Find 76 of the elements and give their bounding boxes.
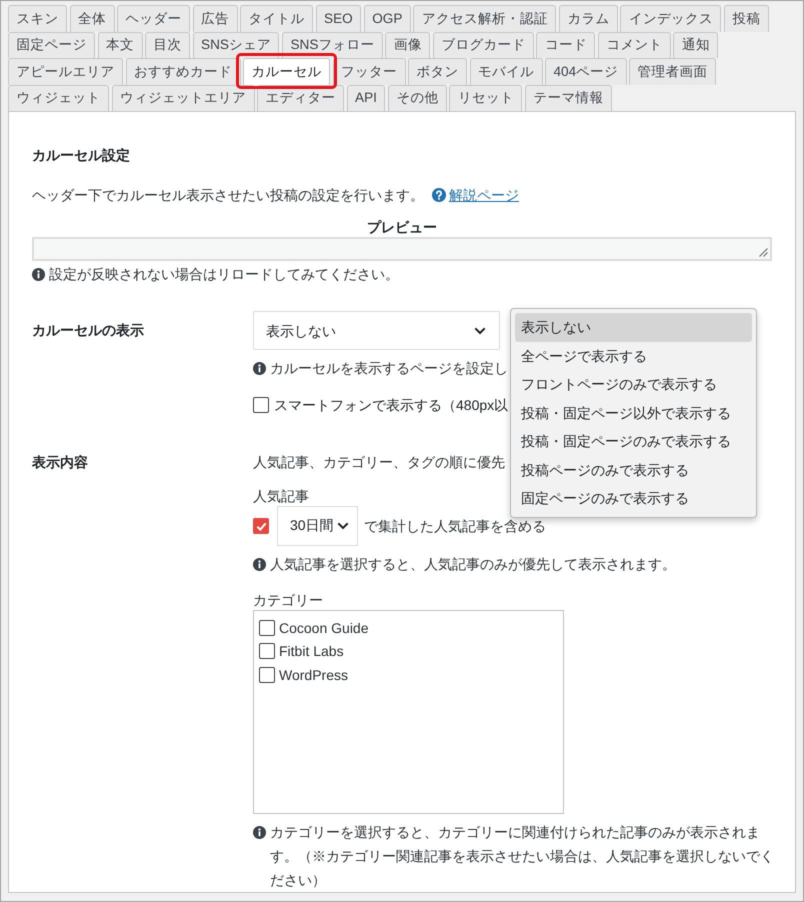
tab[interactable]: カルーセル <box>243 58 330 84</box>
tab[interactable]: 画像 <box>385 32 430 58</box>
note-text: 設定が反映されない場合はリロードしてみてください。 <box>49 265 399 284</box>
tab[interactable]: アクセス解析・認証 <box>413 5 556 32</box>
tab[interactable]: インデックス <box>620 5 722 32</box>
tab[interactable]: おすすめカード <box>126 58 240 84</box>
info-icon <box>253 558 266 570</box>
info-icon <box>253 826 266 838</box>
note-text: カテゴリーを選択すると、カテゴリーに関連付けられた記事のみが表示されます。（※カテゴリー関連記事を表示させたい場合は、人気記事を選択しないでください） <box>270 823 775 890</box>
note-text: 人気記事を選択すると、人気記事のみが優先して表示されます。 <box>270 555 676 574</box>
tab[interactable]: 404ページ <box>545 58 627 84</box>
tab[interactable]: モバイル <box>470 58 542 84</box>
checkbox-label[interactable]: スマートフォンで表示する（480px以 <box>274 395 508 415</box>
tab[interactable]: ボタン <box>408 58 467 84</box>
checkbox[interactable] <box>259 666 275 683</box>
info-icon <box>32 268 45 280</box>
tab[interactable]: コメント <box>598 32 671 58</box>
tab[interactable]: その他 <box>388 84 447 111</box>
tab[interactable]: カラム <box>558 5 618 32</box>
dropdown-option[interactable]: 表示しない <box>515 313 752 342</box>
select-field[interactable]: 表示しない <box>253 311 500 350</box>
checkbox-label[interactable]: Cocoon Guide <box>279 620 369 636</box>
help-icon <box>432 188 446 202</box>
tab[interactable]: テーマ情報 <box>524 84 612 111</box>
dropdown-option[interactable]: 投稿・固定ページのみで表示する <box>515 427 752 456</box>
select-field[interactable]: 30日間 <box>277 506 358 546</box>
tab[interactable]: ウィジェットエリア <box>112 84 254 111</box>
setting-label: 表示内容 <box>32 454 88 470</box>
tab[interactable]: ヘッダー <box>117 5 190 32</box>
tab[interactable]: コード <box>536 32 596 58</box>
tab[interactable]: 目次 <box>145 32 190 58</box>
tab[interactable]: ウィジェット <box>8 84 109 111</box>
tab[interactable]: 固定ページ <box>8 32 95 58</box>
tab[interactable]: SNSシェア <box>192 32 280 58</box>
tab[interactable]: SEO <box>316 5 362 32</box>
option-suffix-text: で集計した人気記事を含める <box>364 518 546 534</box>
tab[interactable]: アピールエリア <box>8 58 123 84</box>
tab[interactable]: OGP <box>364 5 411 32</box>
dropdown-option[interactable]: 投稿ページのみで表示する <box>515 456 752 484</box>
setting-label: カルーセルの表示 <box>32 322 144 338</box>
preview-label: プレビュー <box>367 218 437 237</box>
chevron-down-icon <box>474 326 486 334</box>
tab[interactable]: フッター <box>332 58 406 84</box>
checkbox[interactable] <box>253 397 269 413</box>
setting-description: 人気記事、カテゴリー、タグの順に優先 <box>253 453 505 472</box>
chevron-down-icon <box>336 522 349 530</box>
note-text: カルーセルを表示するページを設定し <box>270 359 508 378</box>
tab[interactable]: 投稿 <box>724 5 769 32</box>
field-caption: 人気記事 <box>253 487 309 506</box>
tab[interactable]: 本文 <box>98 32 142 58</box>
tab[interactable]: 広告 <box>192 5 238 32</box>
tab[interactable]: リセット <box>449 84 522 111</box>
tab[interactable]: 全体 <box>70 5 114 32</box>
checkmark-icon <box>256 520 266 532</box>
info-icon <box>253 362 266 374</box>
tab[interactable]: SNSフォロー <box>282 32 383 58</box>
dropdown-option[interactable]: 全ページで表示する <box>515 342 752 370</box>
tab[interactable]: 通知 <box>673 32 718 58</box>
dropdown-option[interactable]: フロントページのみで表示する <box>515 370 752 398</box>
checkbox[interactable] <box>259 643 275 660</box>
checkbox[interactable] <box>253 518 269 534</box>
help-link[interactable]: 解説ページ <box>449 185 519 205</box>
checkbox-label[interactable]: WordPress <box>279 666 348 683</box>
section-title: カルーセル設定 <box>32 146 130 165</box>
tab[interactable]: 管理者画面 <box>629 58 716 84</box>
dropdown-option[interactable]: 固定ページのみで表示する <box>515 484 752 512</box>
description-text: ヘッダー下でカルーセル表示させたい投稿の設定を行います。 <box>32 186 424 205</box>
tab[interactable]: スキン <box>8 5 67 32</box>
tab[interactable]: ブログカード <box>432 32 534 58</box>
dropdown-option[interactable]: 投稿・固定ページ以外で表示する <box>515 398 752 427</box>
field-caption: カテゴリー <box>253 591 323 610</box>
resize-handle-icon <box>758 247 768 257</box>
tab[interactable]: API <box>346 84 386 111</box>
checkbox[interactable] <box>259 620 275 636</box>
tab[interactable]: タイトル <box>240 5 313 32</box>
checkbox-label[interactable]: Fitbit Labs <box>279 643 344 660</box>
